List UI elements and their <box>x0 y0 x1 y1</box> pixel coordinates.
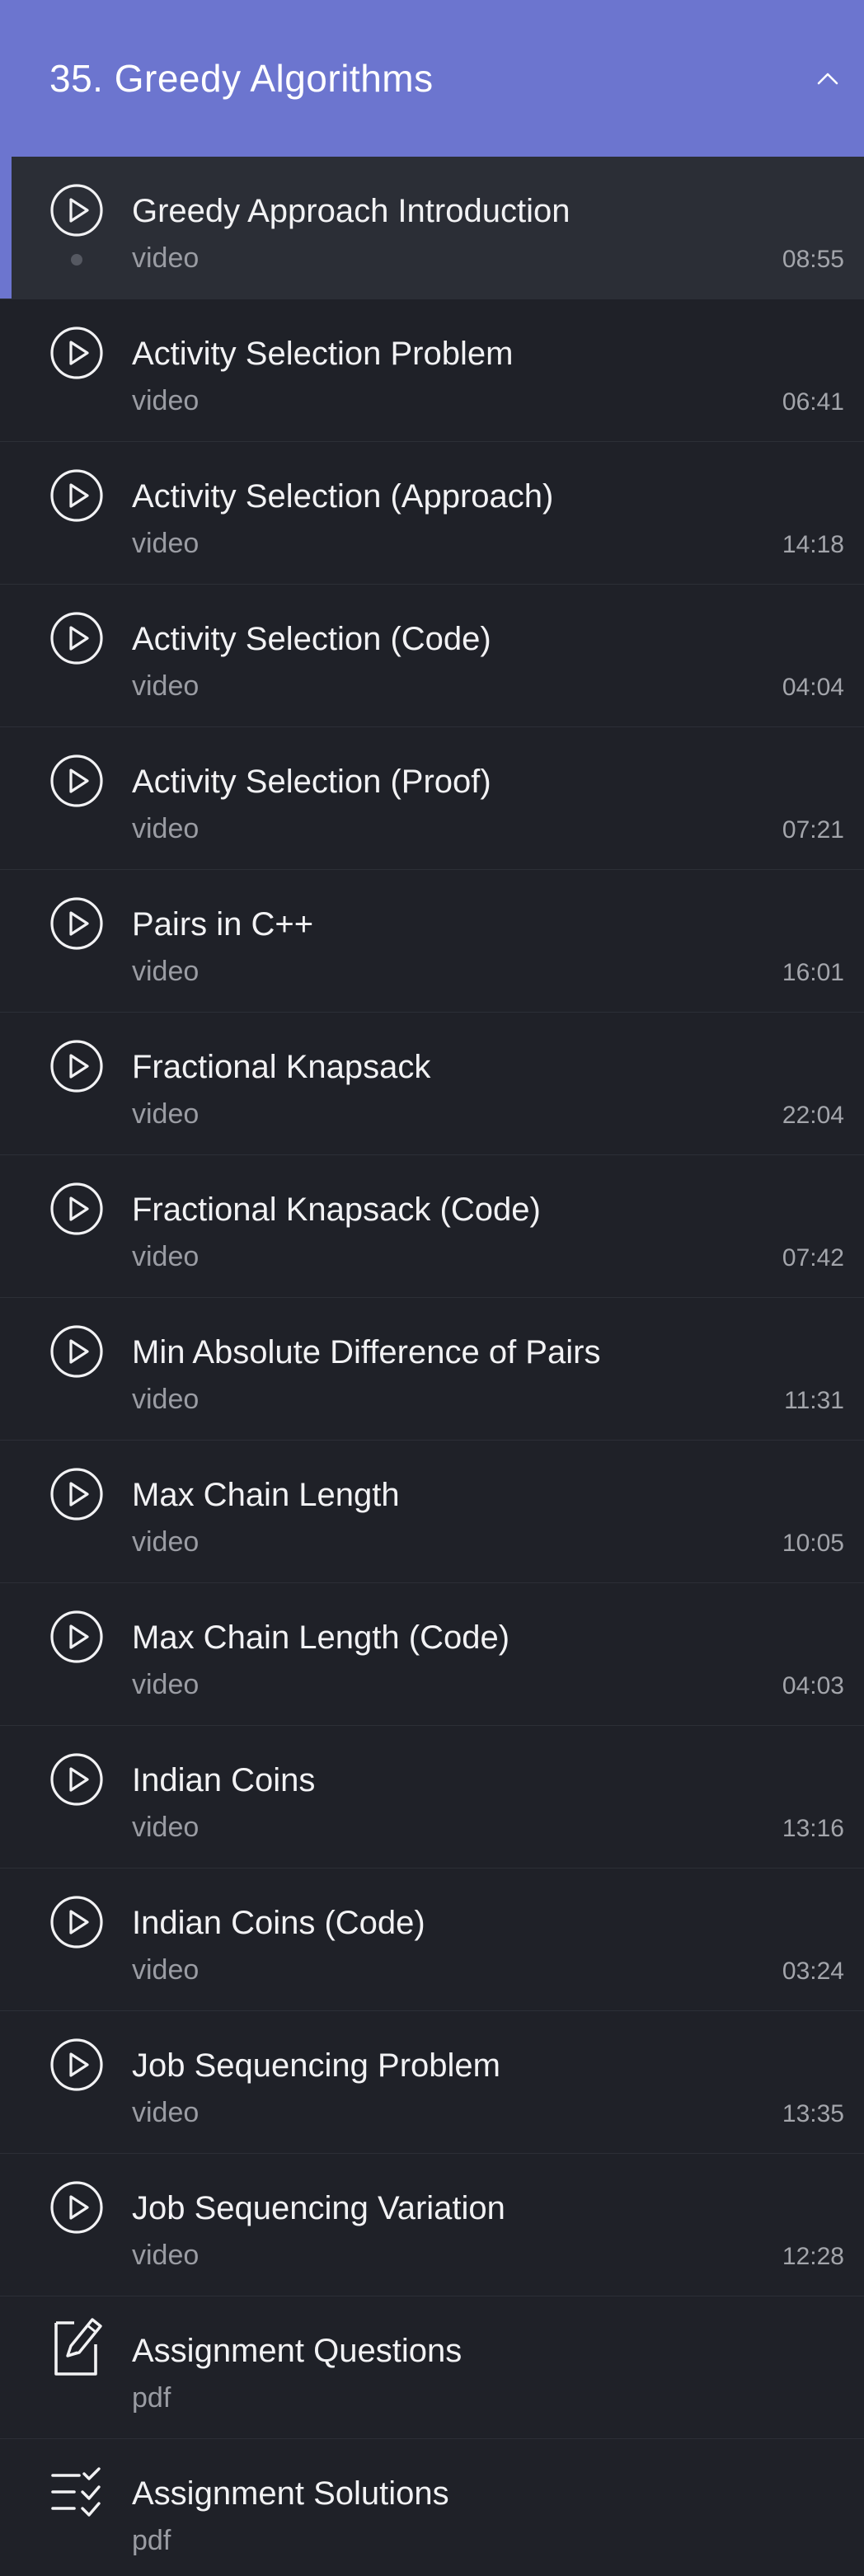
lesson-title: Max Chain Length (Code) <box>132 1619 510 1656</box>
lesson-item[interactable]: Indian Coins video 13:16 <box>0 1726 864 1869</box>
lesson-title: Max Chain Length <box>132 1477 400 1513</box>
lesson-type: video <box>132 813 200 844</box>
lesson-item[interactable]: Max Chain Length video 10:05 <box>0 1441 864 1583</box>
section-title: 35. Greedy Algorithms <box>49 57 434 100</box>
lesson-duration: 04:03 <box>782 1672 844 1699</box>
lesson-duration: 08:55 <box>782 246 844 273</box>
chevron-up-icon[interactable] <box>816 67 839 90</box>
lesson-item[interactable]: Max Chain Length (Code) video 04:03 <box>0 1583 864 1726</box>
lesson-item[interactable]: Min Absolute Difference of Pairs video 11:… <box>0 1298 864 1441</box>
lesson-type: video <box>132 528 200 559</box>
lesson-duration: 10:05 <box>782 1530 844 1557</box>
section-header[interactable]: 35. Greedy Algorithms <box>0 0 864 157</box>
edit-document-icon <box>49 2315 104 2376</box>
play-circle-icon <box>49 1039 104 1093</box>
lesson-type: video <box>132 1812 200 1843</box>
lesson-duration: 13:16 <box>782 1815 844 1842</box>
lesson-title: Min Absolute Difference of Pairs <box>132 1334 601 1370</box>
lesson-item[interactable]: Activity Selection Problem video 06:41 <box>0 299 864 442</box>
lesson-type: video <box>132 956 200 987</box>
lesson-duration: 07:42 <box>782 1244 844 1272</box>
lesson-item[interactable]: Job Sequencing Variation video 12:28 <box>0 2154 864 2296</box>
lesson-list: Greedy Approach Introduction video 08:55 Ac… <box>0 157 864 2576</box>
lesson-item[interactable]: Greedy Approach Introduction video 08:55 <box>0 157 864 299</box>
lesson-type: video <box>132 1669 200 1700</box>
lesson-item[interactable]: Job Sequencing Problem video 13:35 <box>0 2011 864 2154</box>
lesson-duration: 22:04 <box>782 1102 844 1129</box>
play-circle-icon <box>49 896 104 951</box>
checklist-icon <box>49 2466 104 2520</box>
lesson-item[interactable]: Fractional Knapsack video 22:04 <box>0 1013 864 1155</box>
play-circle-icon <box>49 1752 104 1807</box>
lesson-type: video <box>132 385 200 416</box>
lesson-title: Pairs in C++ <box>132 906 314 942</box>
play-circle-icon <box>49 1895 104 1949</box>
play-circle-icon <box>49 183 104 237</box>
lesson-title: Greedy Approach Introduction <box>132 193 571 229</box>
lesson-type: video <box>132 2097 200 2128</box>
lesson-type: video <box>132 1098 200 1130</box>
lesson-item[interactable]: Activity Selection (Proof) video 07:21 <box>0 727 864 870</box>
lesson-item[interactable]: Fractional Knapsack (Code) video 07:42 <box>0 1155 864 1298</box>
lesson-type: video <box>132 1954 200 1986</box>
play-circle-icon <box>49 326 104 380</box>
lesson-duration: 16:01 <box>782 959 844 986</box>
lesson-type: video <box>132 1384 200 1415</box>
lesson-type: pdf <box>132 2382 171 2414</box>
lesson-duration: 03:24 <box>782 1958 844 1985</box>
lesson-title: Fractional Knapsack (Code) <box>132 1192 541 1228</box>
lesson-duration: 12:28 <box>782 2243 844 2270</box>
lesson-type: video <box>132 242 200 274</box>
play-circle-icon <box>49 1182 104 1236</box>
lesson-title: Activity Selection (Approach) <box>132 478 554 515</box>
lesson-item[interactable]: Assignment Solutions pdf <box>0 2439 864 2576</box>
play-circle-icon <box>49 1610 104 1664</box>
play-circle-icon <box>49 2180 104 2235</box>
lesson-type: video <box>132 2240 200 2271</box>
lesson-duration: 11:31 <box>784 1387 844 1414</box>
play-circle-icon <box>49 611 104 665</box>
lesson-type: video <box>132 1526 200 1558</box>
lesson-title: Indian Coins (Code) <box>132 1905 425 1941</box>
lesson-title: Job Sequencing Variation <box>132 2190 505 2226</box>
lesson-type: video <box>132 1241 200 1272</box>
progress-dot <box>71 254 82 266</box>
lesson-item[interactable]: Assignment Questions pdf <box>0 2296 864 2439</box>
lesson-title: Assignment Solutions <box>132 2475 449 2512</box>
play-circle-icon <box>49 754 104 808</box>
lesson-duration: 06:41 <box>782 388 844 416</box>
play-circle-icon <box>49 1324 104 1379</box>
lesson-title: Fractional Knapsack <box>132 1049 431 1085</box>
lesson-duration: 04:04 <box>782 674 844 701</box>
play-circle-icon <box>49 468 104 523</box>
lesson-title: Activity Selection (Code) <box>132 621 491 657</box>
lesson-item[interactable]: Pairs in C++ video 16:01 <box>0 870 864 1013</box>
lesson-item[interactable]: Indian Coins (Code) video 03:24 <box>0 1869 864 2011</box>
play-circle-icon <box>49 1467 104 1521</box>
lesson-item[interactable]: Activity Selection (Code) video 04:04 <box>0 585 864 727</box>
lesson-title: Indian Coins <box>132 1762 316 1798</box>
lesson-title: Job Sequencing Problem <box>132 2047 500 2084</box>
lesson-type: video <box>132 670 200 702</box>
lesson-duration: 07:21 <box>782 816 844 844</box>
lesson-title: Activity Selection (Proof) <box>132 764 491 800</box>
lesson-duration: 14:18 <box>782 531 844 558</box>
lesson-duration: 13:35 <box>782 2100 844 2127</box>
lesson-type: pdf <box>132 2525 171 2556</box>
lesson-title: Activity Selection Problem <box>132 336 514 372</box>
play-circle-icon <box>49 2038 104 2092</box>
lesson-item[interactable]: Activity Selection (Approach) video 14:18 <box>0 442 864 585</box>
lesson-title: Assignment Questions <box>132 2333 463 2369</box>
